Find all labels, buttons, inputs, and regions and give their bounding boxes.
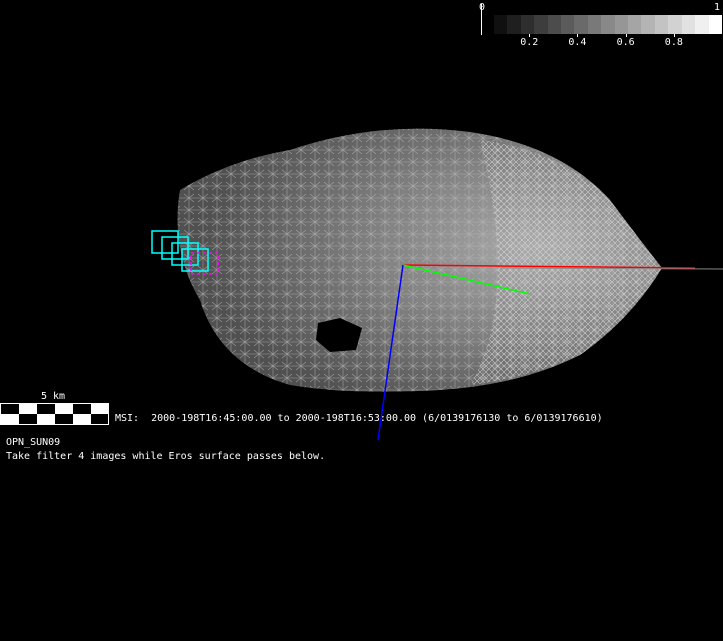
eros-shape-model [177, 128, 662, 392]
observation-name: OPN_SUN09 [6, 437, 61, 448]
scale-bar-label: 5 km [41, 391, 66, 402]
observation-description: Take filter 4 images while Eros surface … [6, 451, 326, 462]
asteroid-scene [151, 128, 723, 441]
msi-time-range: MSI: 2000-198T16:45:00.00 to 2000-198T16… [115, 413, 603, 424]
viewer-canvas[interactable]: 0 1 0.2 0.4 0.6 0.8 5 km MSI: 2000-198T1… [0, 0, 723, 641]
scale-bar [0, 403, 109, 425]
